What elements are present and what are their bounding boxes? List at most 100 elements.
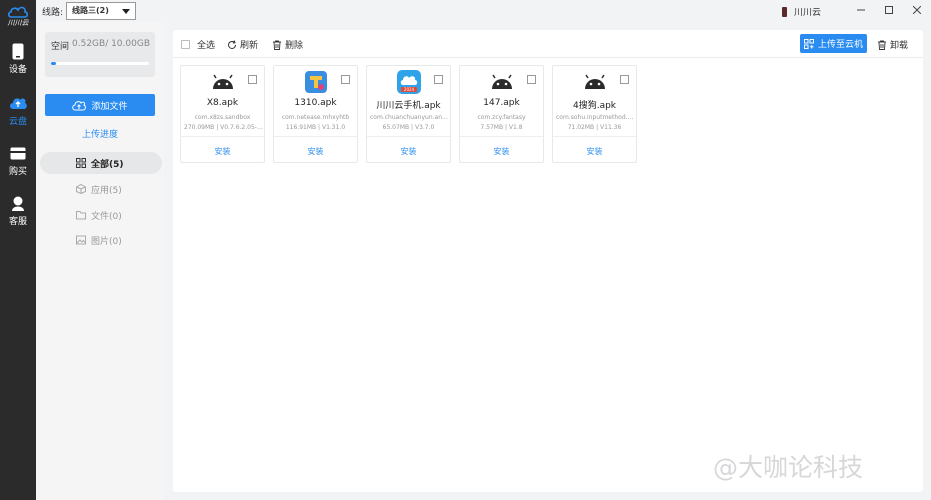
trash-icon <box>273 40 281 50</box>
file-panel: 全选 刷新 删除 上传至云机 卸载 X8.apk com.x8zs.sandbo… <box>173 30 923 492</box>
file-checkbox[interactable] <box>620 75 629 84</box>
card-divider <box>181 136 264 137</box>
logo-text: 川川云 <box>7 19 29 27</box>
card-divider <box>553 136 636 137</box>
rail-label-device: 设备 <box>8 65 27 75</box>
file-card[interactable]: 1310.apk com.netease.mhxyhtb 116.91MB | … <box>273 65 358 163</box>
refresh-label: 刷新 <box>240 41 259 51</box>
maximize-button[interactable] <box>882 3 896 17</box>
top-bar: 线路: 线路三(2) 川川云 <box>36 0 931 22</box>
android-icon <box>582 70 608 94</box>
route-select[interactable]: 线路三(2) <box>66 2 136 20</box>
trash-icon <box>878 40 886 50</box>
file-version: V11.36 <box>600 124 622 131</box>
delete-label: 删除 <box>285 41 304 51</box>
left-rail: 川川云 设备 云盘 购买 客服 <box>0 0 36 500</box>
upload-to-phone-label: 上传至云机 <box>817 40 863 50</box>
cube-icon <box>76 184 86 194</box>
file-name: 川川云手机.apk <box>376 101 441 111</box>
file-toolbar: 全选 刷新 删除 上传至云机 卸载 <box>173 30 923 58</box>
delete-button[interactable]: 删除 <box>272 38 303 51</box>
uninstall-button[interactable]: 卸载 <box>877 38 908 51</box>
category-all-label: 全部(5) <box>91 159 124 170</box>
select-all-checkbox[interactable]: 全选 <box>181 38 215 51</box>
file-meta: 270.09MB | V0.7.6.2.05-… <box>184 124 263 131</box>
refresh-button[interactable]: 刷新 <box>227 38 258 51</box>
file-size: 270.09MB <box>184 124 215 131</box>
install-button[interactable]: 安装 <box>460 146 543 157</box>
window-title: 川川云 <box>782 5 821 18</box>
file-version: V1.8 <box>508 124 523 131</box>
category-images[interactable]: 图片(0) <box>40 229 162 251</box>
category-files-label: 文件(0) <box>91 211 122 222</box>
close-button[interactable] <box>910 3 924 17</box>
file-meta: 116.91MB | V1.31.0 <box>285 124 346 131</box>
headset-icon <box>9 194 27 212</box>
file-package: com.sohu.inputmethod.… <box>556 114 634 121</box>
category-apps-label: 应用(5) <box>91 185 122 196</box>
rail-item-cloud-disk[interactable]: 云盘 <box>0 94 36 134</box>
storage-progress-bar <box>51 62 149 65</box>
file-size: 116.91MB <box>285 124 317 131</box>
route-label: 线路: <box>42 8 64 18</box>
category-all[interactable]: 全部(5) <box>40 152 162 174</box>
category-images-label: 图片(0) <box>91 236 122 247</box>
file-meta: 7.57MB | V1.8 <box>480 124 523 131</box>
file-card[interactable]: 4搜狗.apk com.sohu.inputmethod.… 71.02MB |… <box>552 65 637 163</box>
rail-label-buy: 购买 <box>8 167 27 177</box>
file-package: com.x8zs.sandbox <box>194 114 251 121</box>
file-card[interactable]: 147.apk com.zcy.fantasy 7.57MB | V1.8 安装 <box>459 65 544 163</box>
file-name: 147.apk <box>483 98 520 108</box>
chevron-down-icon <box>122 9 130 14</box>
minimize-button[interactable] <box>854 3 868 17</box>
android-icon <box>489 70 515 94</box>
file-card[interactable]: X8.apk com.x8zs.sandbox 270.09MB | V0.7.… <box>180 65 265 163</box>
rail-item-device[interactable]: 设备 <box>0 42 36 82</box>
storage-progress-fill <box>51 62 57 65</box>
file-checkbox[interactable] <box>527 75 536 84</box>
file-name: 4搜狗.apk <box>572 101 617 111</box>
storage-card: 空间 0.52GB/ 10.00GB <box>45 32 155 77</box>
close-icon <box>913 6 921 14</box>
upload-progress-link[interactable]: 上传进度 <box>36 127 164 140</box>
uninstall-label: 卸载 <box>890 41 909 51</box>
cart-icon <box>9 144 27 162</box>
file-package: com.chuanchuanyun.an… <box>370 114 449 121</box>
app-badge-text: 2024 <box>404 87 415 92</box>
window-title-text: 川川云 <box>794 8 822 18</box>
folder-icon <box>76 211 86 220</box>
file-version: V3.7.0 <box>414 124 435 131</box>
apps-grid-icon <box>803 38 814 49</box>
file-checkbox[interactable] <box>434 75 443 84</box>
image-icon <box>76 235 86 245</box>
rail-item-support[interactable]: 客服 <box>0 194 36 234</box>
device-mini-icon <box>782 6 787 17</box>
install-button[interactable]: 安装 <box>274 146 357 157</box>
select-all-label: 全选 <box>197 41 216 51</box>
file-meta: 71.02MB | V11.36 <box>567 124 622 131</box>
file-package: com.zcy.fantasy <box>477 114 526 121</box>
file-checkbox[interactable] <box>341 75 350 84</box>
file-checkbox[interactable] <box>248 75 257 84</box>
install-button[interactable]: 安装 <box>367 146 450 157</box>
install-button[interactable]: 安装 <box>553 146 636 157</box>
game-app-icon <box>303 70 329 94</box>
upload-to-phone-button[interactable]: 上传至云机 <box>800 34 867 53</box>
file-size: 7.57MB <box>480 124 504 131</box>
rail-item-buy[interactable]: 购买 <box>0 144 36 184</box>
category-files[interactable]: 文件(0) <box>40 204 162 226</box>
rail-label-cloud-disk: 云盘 <box>8 117 27 127</box>
file-card[interactable]: 2024 川川云手机.apk com.chuanchuanyun.an… 65.… <box>366 65 451 163</box>
cloud-upload-icon <box>72 100 87 110</box>
chuanchuanyun-app-icon: 2024 <box>396 70 422 94</box>
cloud-upload-icon <box>9 94 27 112</box>
android-icon <box>210 70 236 94</box>
phone-icon <box>9 42 27 60</box>
storage-label: 空间 <box>51 42 70 52</box>
add-file-button[interactable]: 添加文件 <box>45 94 155 116</box>
install-button[interactable]: 安装 <box>181 146 264 157</box>
category-apps[interactable]: 应用(5) <box>40 178 162 200</box>
card-divider <box>460 136 543 137</box>
grid-icon <box>76 158 86 168</box>
file-package: com.netease.mhxyhtb <box>281 114 350 121</box>
